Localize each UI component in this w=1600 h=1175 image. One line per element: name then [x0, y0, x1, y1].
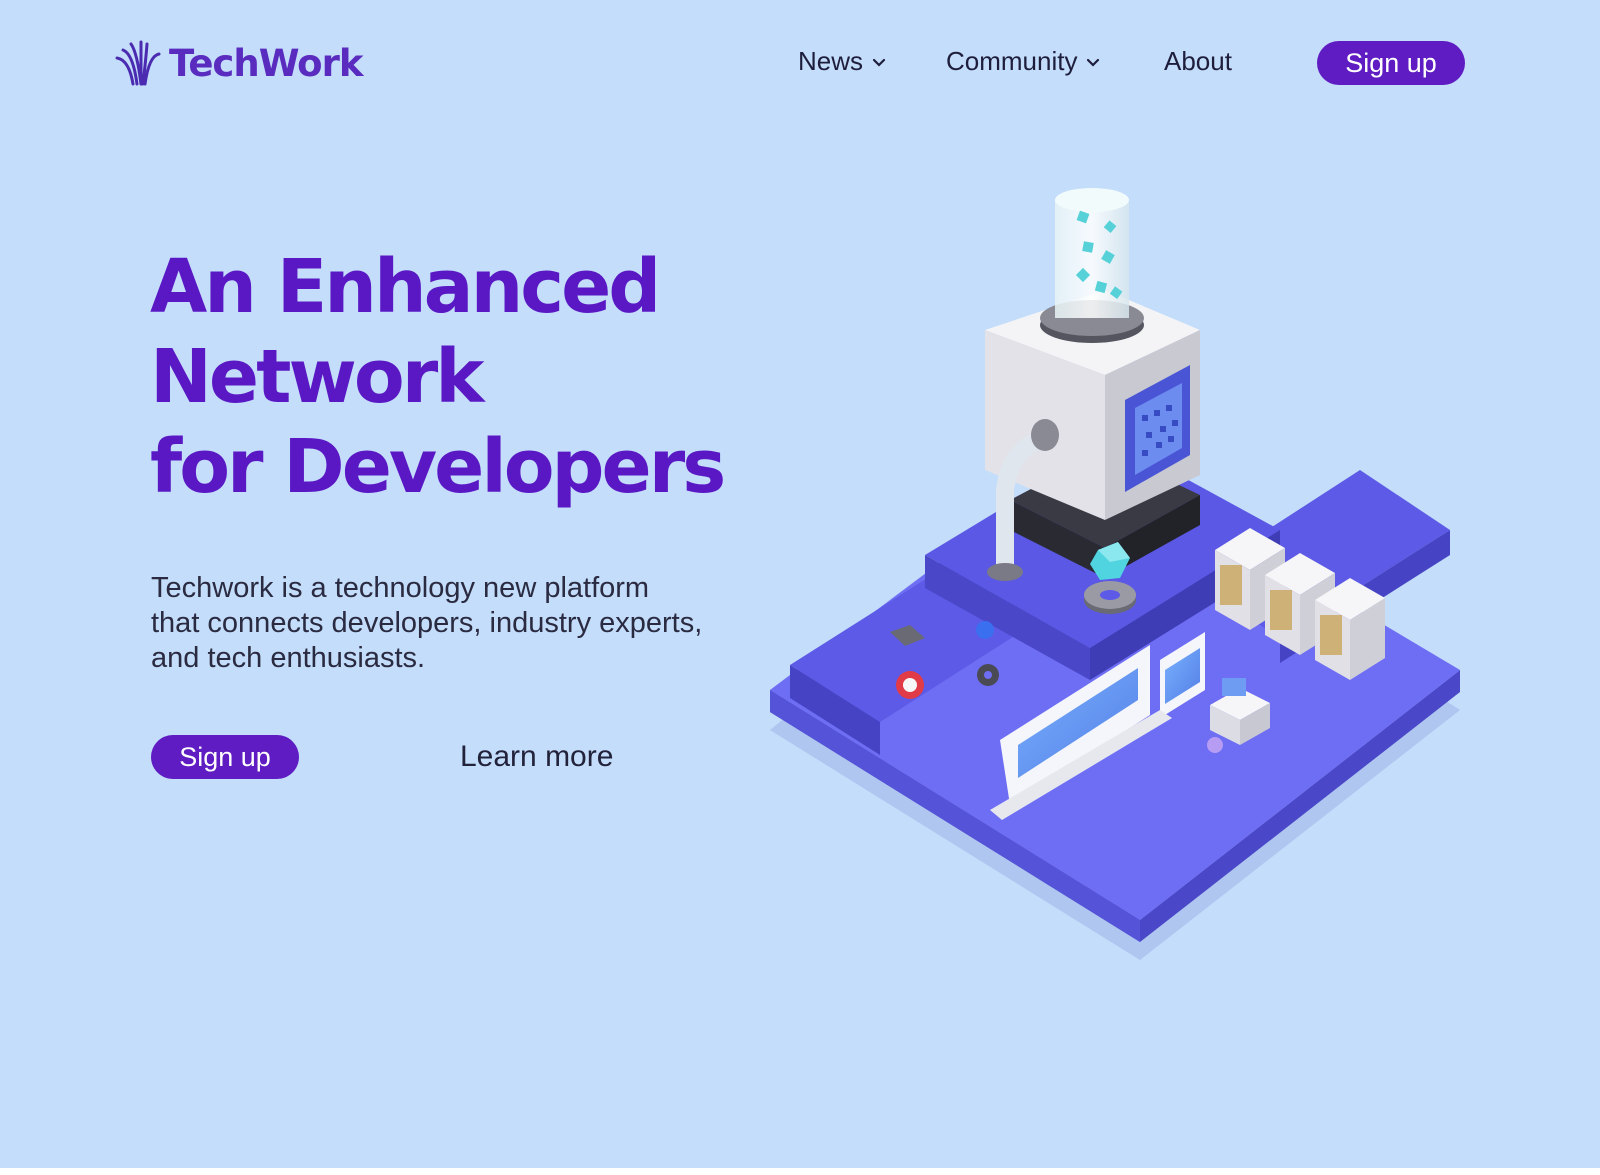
hero-title-line: Network — [150, 334, 484, 420]
header-signup-button[interactable]: Sign up — [1317, 41, 1465, 85]
chevron-down-icon — [1087, 58, 1100, 67]
hero-description: Techwork is a technology new platform th… — [151, 571, 751, 676]
hero-signup-button[interactable]: Sign up — [151, 735, 299, 779]
bottom-strip — [0, 1168, 1600, 1175]
hero-description-line: that connects developers, industry exper… — [151, 607, 703, 639]
nav-item-community[interactable]: Community — [946, 46, 1101, 77]
hero-description-line: and tech enthusiasts. — [151, 642, 426, 674]
nav-item-about[interactable]: About — [1164, 46, 1232, 77]
learn-more-link[interactable]: Learn more — [460, 740, 613, 774]
nav-item-label: About — [1164, 46, 1232, 76]
hero-title-line: for Developers — [150, 424, 726, 510]
page-background: TechWork News Community About Sign up An… — [0, 0, 1600, 1168]
nav-item-news[interactable]: News — [798, 46, 887, 77]
isometric-network-illustration — [770, 188, 1460, 960]
hero-title: An Enhanced Network for Developers — [150, 242, 726, 512]
hero-title-line: An Enhanced — [150, 244, 661, 330]
hero-description-line: Techwork is a technology new platform — [151, 572, 650, 604]
chevron-down-icon — [872, 58, 886, 67]
nav-item-label: News — [798, 46, 864, 76]
nav-item-label: Community — [946, 46, 1078, 76]
